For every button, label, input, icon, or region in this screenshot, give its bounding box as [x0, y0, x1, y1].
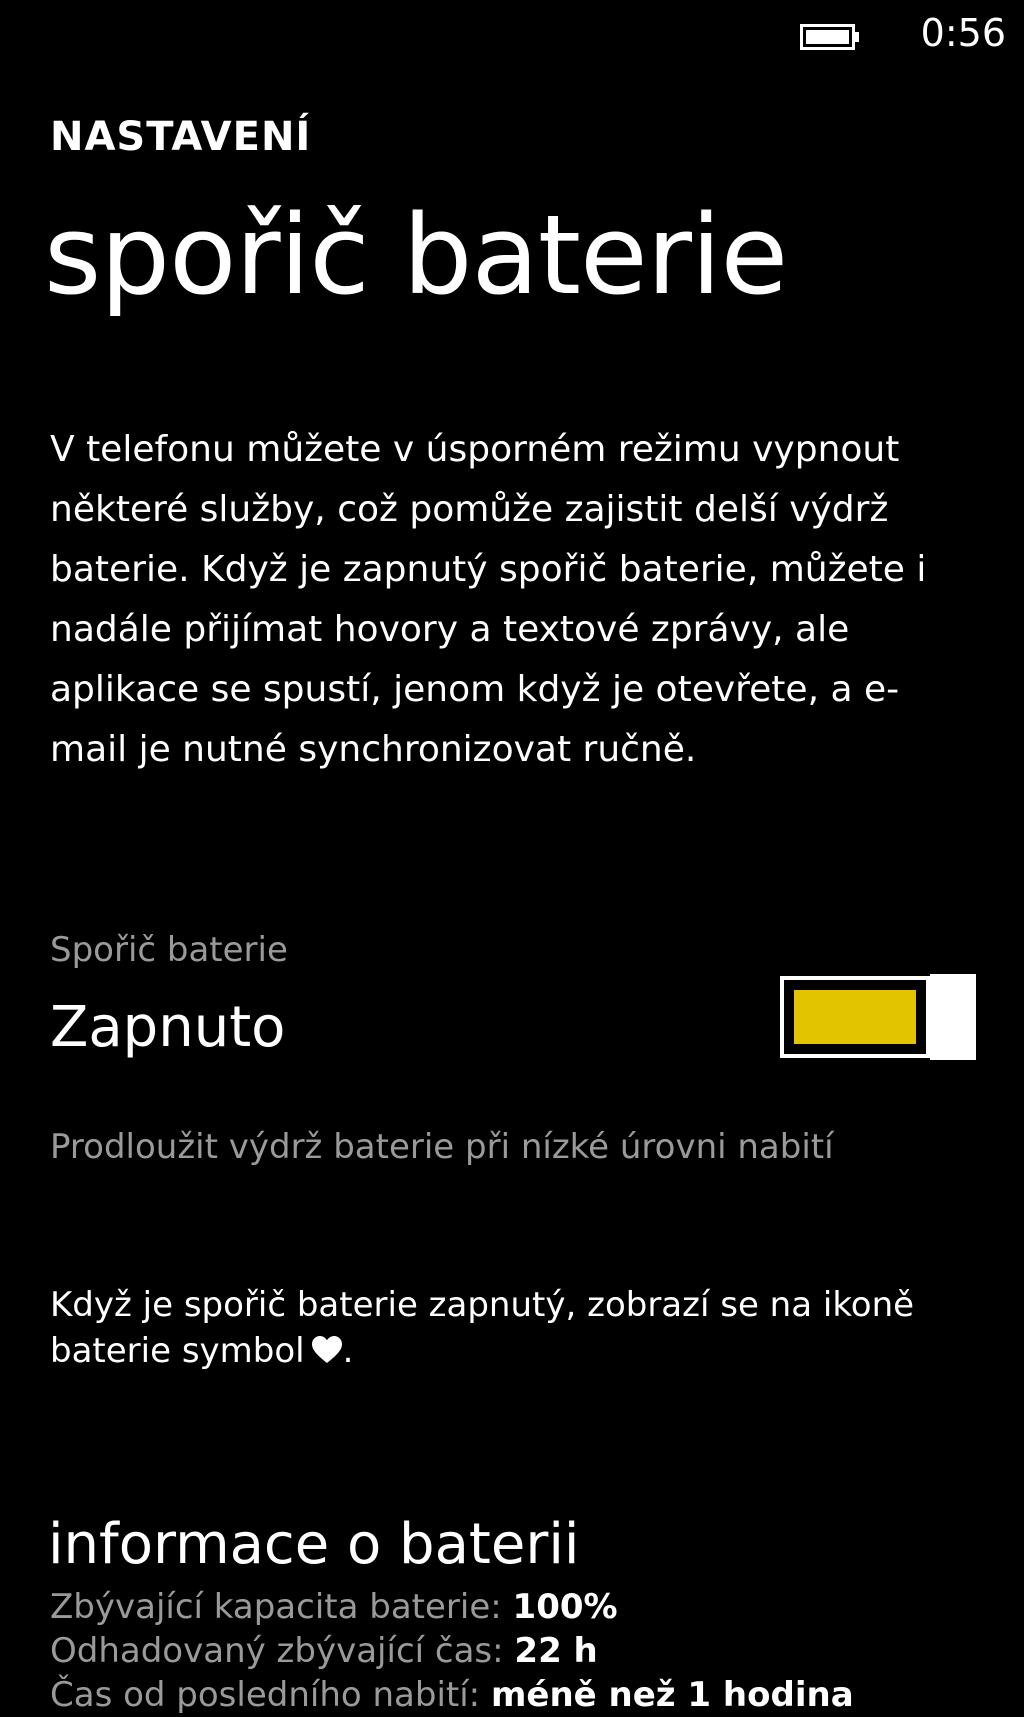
battery-info-row-since-charge: Čas od posledního nabití: méně než 1 hod… — [50, 1673, 1010, 1717]
saver-note-text: Když je spořič baterie zapnutý, zobrazí … — [50, 1285, 915, 1371]
battery-info-title: informace o baterii — [48, 1512, 580, 1577]
info-value: 22 h — [514, 1631, 598, 1671]
info-label: Čas od posledního nabití: — [50, 1675, 481, 1715]
battery-saver-state-label: Zapnuto — [50, 995, 286, 1060]
battery-icon — [800, 24, 859, 50]
info-value: 100% — [512, 1587, 618, 1627]
info-value: méně než 1 hodina — [490, 1675, 854, 1715]
status-bar: 0:56 — [0, 0, 1024, 70]
battery-saver-toggle-header: Spořič baterie — [50, 930, 288, 970]
toggle-thumb[interactable] — [930, 974, 976, 1060]
battery-info-list: Zbývající kapacita baterie: 100% Odhadov… — [50, 1585, 1010, 1717]
saver-note-period: . — [342, 1331, 354, 1371]
app-title: NASTAVENÍ — [50, 114, 312, 160]
extend-battery-life-option[interactable]: Prodloužit výdrž baterie při nízké úrovn… — [50, 1125, 834, 1169]
page-title: spořič baterie — [44, 191, 788, 319]
info-label: Zbývající kapacita baterie: — [50, 1587, 502, 1627]
toggle-fill — [794, 990, 916, 1044]
heart-icon — [311, 1336, 342, 1363]
toggle-track — [780, 976, 930, 1058]
battery-info-row-capacity: Zbývající kapacita baterie: 100% — [50, 1585, 1010, 1629]
battery-saver-toggle-switch[interactable] — [780, 974, 976, 1060]
battery-info-row-remaining-time: Odhadovaný zbývající čas: 22 h — [50, 1629, 1010, 1673]
info-label: Odhadovaný zbývající čas: — [50, 1631, 504, 1671]
description-text: V telefonu můžete v úsporném režimu vypn… — [50, 429, 927, 770]
saver-note: Když je spořič baterie zapnutý, zobrazí … — [50, 1282, 970, 1374]
clock: 0:56 — [920, 11, 1006, 55]
